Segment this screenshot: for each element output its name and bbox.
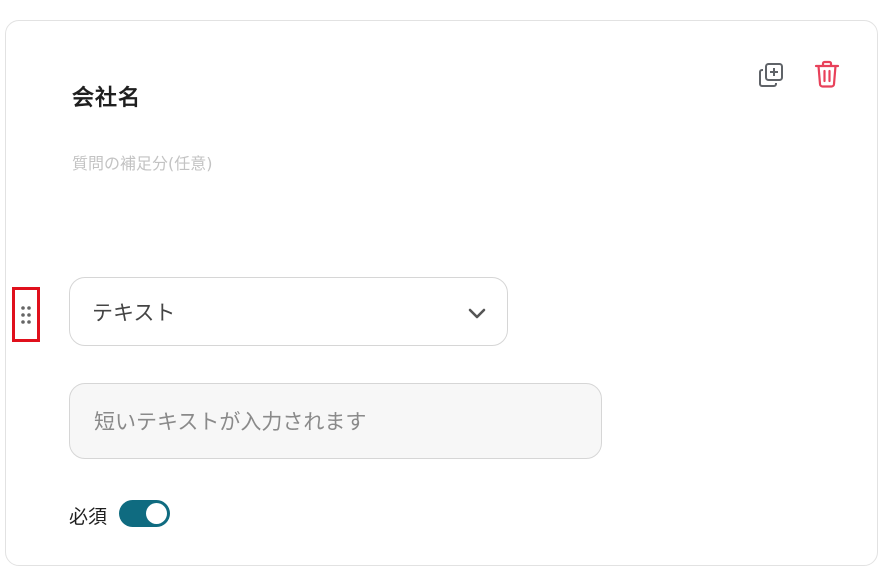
trash-icon	[814, 60, 840, 88]
answer-preview-placeholder: 短いテキストが入力されます	[94, 410, 367, 434]
copy-plus-icon	[759, 63, 783, 87]
toggle-knob	[146, 503, 167, 524]
answer-type-select[interactable]: テキスト	[69, 277, 508, 346]
drag-handle[interactable]	[12, 287, 40, 342]
question-note-field[interactable]: 質問の補足分(任意)	[72, 150, 213, 174]
grip-dots-icon	[21, 305, 31, 324]
question-title[interactable]: 会社名	[72, 80, 141, 112]
chevron-down-icon	[468, 308, 486, 319]
required-label: 必須	[69, 506, 108, 528]
delete-button[interactable]	[811, 58, 843, 90]
duplicate-button[interactable]	[756, 60, 786, 90]
answer-preview-field: 短いテキストが入力されます	[69, 383, 602, 459]
answer-type-value: テキスト	[92, 300, 176, 325]
required-toggle[interactable]	[119, 500, 170, 527]
